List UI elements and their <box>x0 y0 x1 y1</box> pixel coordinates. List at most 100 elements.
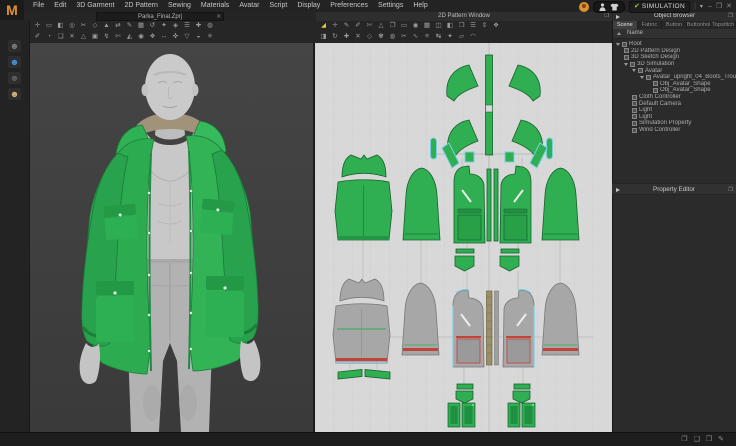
tree-node[interactable]: Light <box>613 107 736 114</box>
status-icon[interactable]: ✎ <box>718 435 724 443</box>
tree-node-avatar[interactable]: Avatar_upright_04_Boots_Trousers <box>613 74 736 81</box>
tool-icon[interactable]: ✕ <box>68 32 77 42</box>
tool-icon[interactable]: ✾ <box>377 32 386 42</box>
menu-item[interactable]: Help <box>408 0 432 12</box>
tree-node[interactable]: 2D Pattern Design <box>613 48 736 55</box>
tree-node[interactable]: Default Camera <box>613 100 736 107</box>
caret-icon[interactable] <box>624 63 628 66</box>
window-control-button[interactable]: – <box>707 2 713 12</box>
viewport-2d[interactable] <box>315 43 612 432</box>
status-icon[interactable]: ❐ <box>681 435 687 443</box>
tool-icon[interactable]: ✚ <box>342 32 351 42</box>
tool-icon[interactable]: ▦ <box>423 21 432 31</box>
status-icon[interactable]: ❑ <box>694 435 700 443</box>
tool-icon[interactable]: ✛ <box>331 21 340 31</box>
tree-node[interactable]: 3D Sketch Design <box>613 54 736 61</box>
tool-icon[interactable]: ▦ <box>137 21 146 31</box>
tool-icon[interactable]: △ <box>79 32 88 42</box>
app-logo[interactable]: M <box>0 0 24 20</box>
tool-icon[interactable]: ◇ <box>365 32 374 42</box>
tree-node[interactable]: Wind Controller <box>613 127 736 134</box>
tool-icon[interactable]: ✎ <box>125 21 134 31</box>
tree-node[interactable]: Avatar <box>613 67 736 74</box>
shirt-icon[interactable] <box>610 3 619 11</box>
tool-icon[interactable]: ◎ <box>68 21 77 31</box>
viewport-3d[interactable] <box>30 43 315 432</box>
pattern-back-gray[interactable] <box>333 304 390 363</box>
tool-icon[interactable]: ◍ <box>388 32 397 42</box>
tool-icon[interactable]: △ <box>377 21 386 31</box>
object-browser-tab[interactable]: Button <box>662 21 687 29</box>
tool-icon[interactable]: ≡ <box>423 32 432 42</box>
tool-icon[interactable]: ✜ <box>171 32 180 42</box>
tree-node[interactable]: Simulation Property <box>613 120 736 127</box>
tool-icon[interactable]: ✦ <box>446 32 455 42</box>
menu-item[interactable]: Settings <box>373 0 408 12</box>
tool-icon[interactable]: ☰ <box>469 21 478 31</box>
property-editor-titlebar[interactable]: Property Editor ❐ <box>612 183 736 195</box>
window-control-button[interactable]: ✕ <box>725 2 733 12</box>
menu-item[interactable]: Avatar <box>234 0 264 12</box>
object-browser-tab[interactable]: Topstitch <box>711 21 736 29</box>
tool-icon[interactable]: ✳ <box>206 32 215 42</box>
status-icon[interactable]: ❒ <box>706 435 712 443</box>
person-icon[interactable] <box>599 3 606 11</box>
tool-icon[interactable]: ✂ <box>79 21 88 31</box>
tool-icon[interactable]: ⇄ <box>114 21 123 31</box>
tool-icon[interactable]: ✛ <box>33 21 42 31</box>
object-browser-tab[interactable]: Buttonhole <box>687 21 712 29</box>
avatar-skin-icon[interactable]: ☻ <box>8 88 21 100</box>
close-icon[interactable]: ✕ <box>216 13 221 21</box>
tool-icon[interactable]: ◧ <box>446 21 455 31</box>
menu-item[interactable]: Edit <box>49 0 71 12</box>
tool-icon[interactable]: ◨ <box>319 32 328 42</box>
tool-icon[interactable]: ◔ <box>45 32 54 42</box>
pattern-front-right-green[interactable] <box>500 166 531 243</box>
menu-item[interactable]: Preferences <box>325 0 373 12</box>
pattern-front-left-green[interactable] <box>454 166 485 243</box>
tool-icon[interactable]: ✐ <box>354 21 363 31</box>
dock-icon[interactable]: ❐ <box>728 12 733 21</box>
tool-icon[interactable]: ↔ <box>160 32 169 42</box>
avatar-accessory-icon[interactable]: ☻ <box>8 72 21 84</box>
avatar-mode-icon[interactable]: ☻ <box>579 2 589 12</box>
tool-icon[interactable]: ✐ <box>33 32 42 42</box>
tool-icon[interactable]: ✚ <box>194 21 203 31</box>
show-avatar-icon[interactable]: ☻ <box>8 40 21 52</box>
tool-icon[interactable]: ▲ <box>102 21 111 31</box>
collapse-arrow-icon[interactable] <box>616 188 620 192</box>
tool-icon[interactable]: ◠ <box>469 32 478 42</box>
tool-icon[interactable]: ◧ <box>56 21 65 31</box>
window-control-button[interactable]: ❐ <box>715 2 723 12</box>
tool-icon[interactable]: ✄ <box>114 32 123 42</box>
tool-icon[interactable]: ↺ <box>148 21 157 31</box>
tree-node-root[interactable]: Root <box>613 41 736 48</box>
simulation-button[interactable]: ✔ SIMULATION <box>629 1 690 13</box>
caret-icon[interactable] <box>640 76 644 79</box>
tool-icon[interactable]: ↻ <box>331 32 340 42</box>
tool-icon[interactable]: ∿ <box>411 32 420 42</box>
tool-icon[interactable]: ✕ <box>354 32 363 42</box>
pattern-window-titlebar[interactable]: 2D Pattern Window ❐ <box>316 12 612 21</box>
tool-icon[interactable]: ✂ <box>400 32 409 42</box>
caret-icon[interactable] <box>616 43 620 46</box>
object-browser-tab[interactable]: Scene <box>613 21 638 29</box>
tool-icon[interactable]: ☰ <box>183 21 192 31</box>
tool-icon[interactable]: ✦ <box>160 21 169 31</box>
tool-icon[interactable]: ❒ <box>457 21 466 31</box>
tool-icon[interactable]: ✎ <box>342 21 351 31</box>
tree-node[interactable]: Obj_Avatar_Shape <box>613 87 736 94</box>
dock-icon[interactable]: ❐ <box>728 184 733 196</box>
tool-icon[interactable]: ⇕ <box>480 21 489 31</box>
pattern-back-yoke-green[interactable] <box>342 155 386 177</box>
tool-icon[interactable]: ▱ <box>457 32 466 42</box>
menu-item[interactable]: Script <box>264 0 292 12</box>
tool-icon[interactable]: ❖ <box>492 21 501 31</box>
tool-icon[interactable]: ↹ <box>434 32 443 42</box>
menu-item[interactable]: Materials <box>196 0 234 12</box>
pattern-placket[interactable] <box>486 55 493 155</box>
tool-icon[interactable]: ◢ <box>319 21 328 31</box>
collapse-arrow-icon[interactable] <box>616 15 620 19</box>
tool-icon[interactable]: ↯ <box>102 32 111 42</box>
tree-node[interactable]: Cloth Controller <box>613 94 736 101</box>
